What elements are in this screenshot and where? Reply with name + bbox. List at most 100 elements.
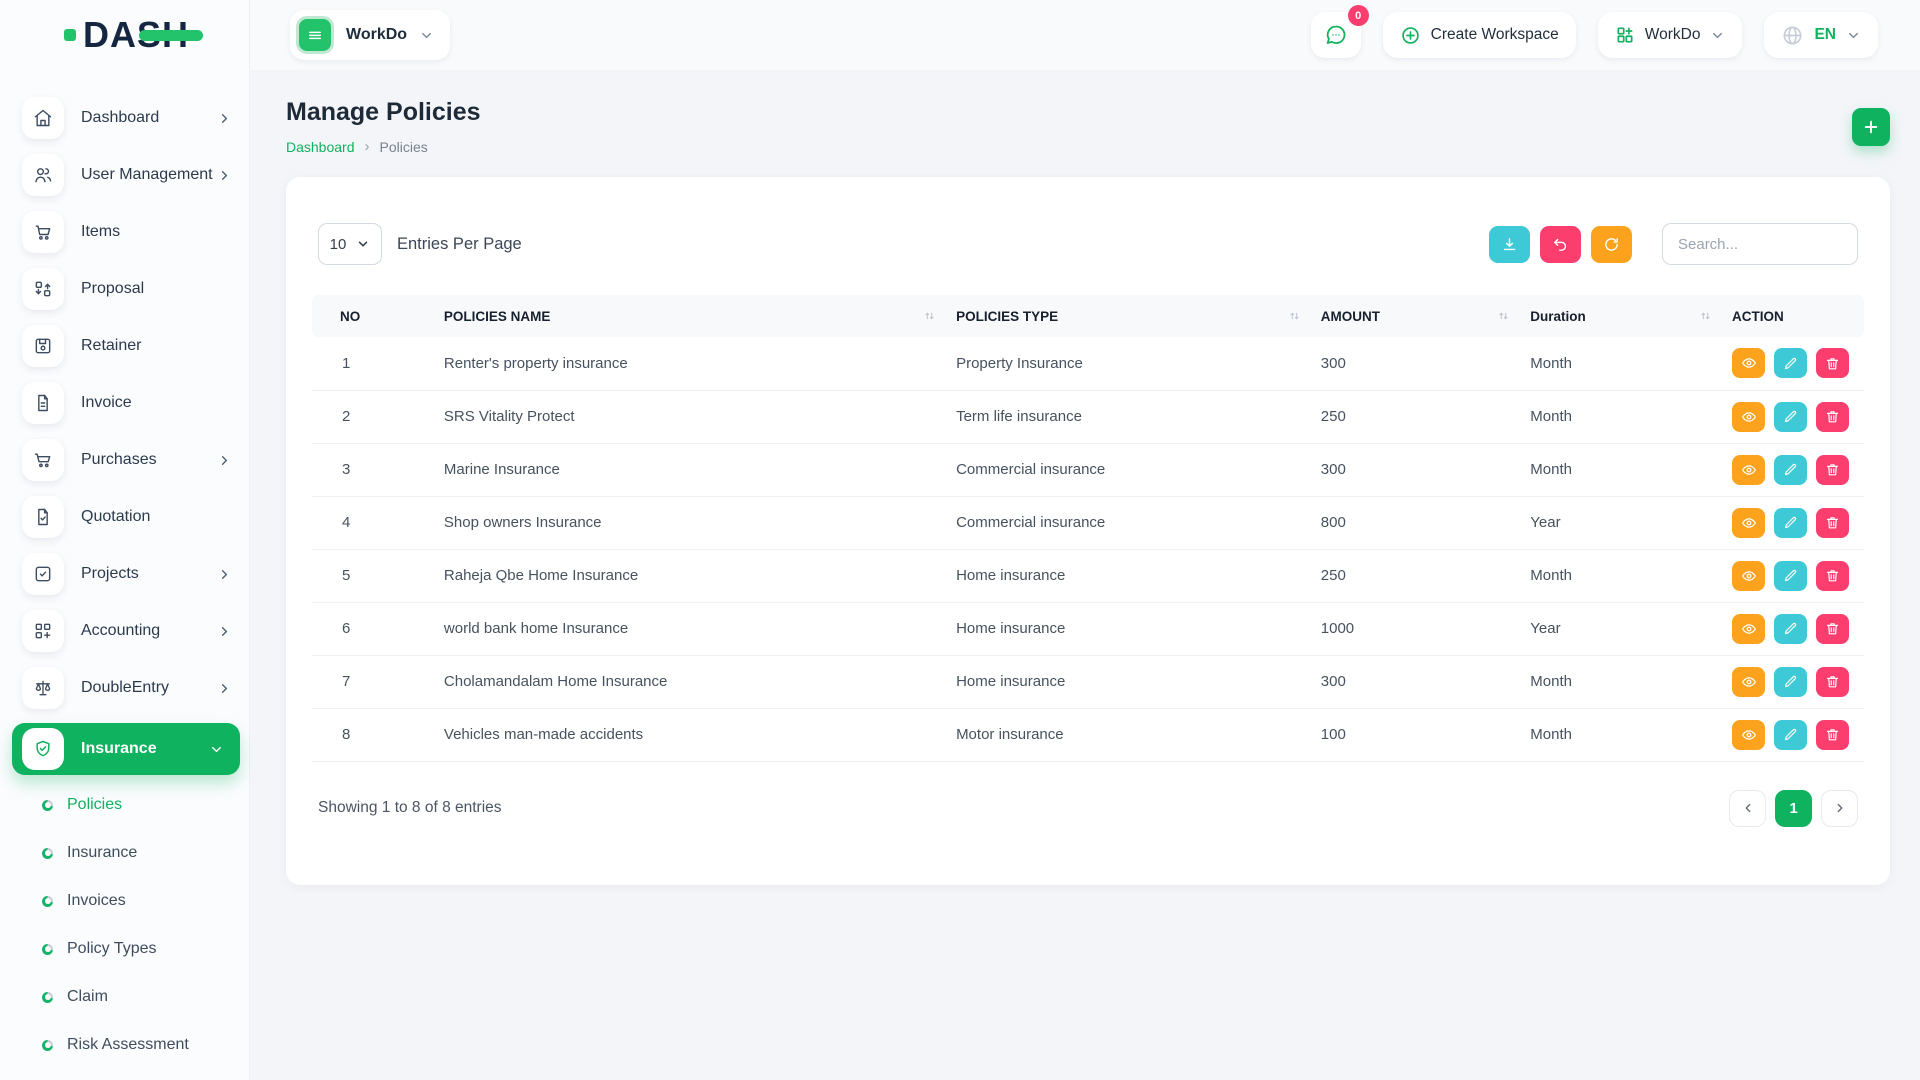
globe-icon (1781, 24, 1804, 47)
sidebar-item-dashboard[interactable]: Dashboard (22, 96, 236, 140)
view-button[interactable] (1732, 402, 1765, 432)
edit-button[interactable] (1774, 455, 1807, 485)
pencil-icon (1783, 515, 1798, 530)
col-duration[interactable]: Duration (1530, 295, 1732, 337)
sidebar: DASH Dashboard User Management Items (0, 0, 250, 1080)
search-input[interactable] (1662, 223, 1858, 265)
view-button[interactable] (1732, 455, 1765, 485)
users-icon (22, 154, 64, 196)
workspace-selector[interactable]: WorkDo (290, 10, 450, 60)
sidebar-item-retainer[interactable]: Retainer (22, 324, 236, 368)
delete-button[interactable] (1816, 348, 1849, 378)
table-row: 5 Raheja Qbe Home Insurance Home insuran… (312, 549, 1864, 602)
export-button[interactable] (1489, 226, 1530, 263)
sidebar-item-proposal[interactable]: Proposal (22, 267, 236, 311)
sidebar-item-quotation[interactable]: Quotation (22, 495, 236, 539)
language-selector[interactable]: EN (1764, 12, 1878, 58)
eye-icon (1741, 462, 1757, 478)
edit-button[interactable] (1774, 561, 1807, 591)
submenu-item[interactable]: Policy Types (42, 932, 250, 966)
apps-menu-button[interactable]: WorkDo (1598, 12, 1743, 58)
refresh-button[interactable] (1591, 226, 1632, 263)
delete-button[interactable] (1816, 455, 1849, 485)
insurance-submenu: Policies Insurance Invoices Policy Types… (0, 788, 250, 1080)
row-actions (1732, 720, 1864, 750)
cell-policy-type: Commercial insurance (956, 443, 1321, 496)
cell-duration: Month (1530, 390, 1732, 443)
submenu-item[interactable]: Policies (42, 788, 250, 822)
view-button[interactable] (1732, 508, 1765, 538)
chevron-right-icon (217, 567, 232, 582)
reset-button[interactable] (1540, 226, 1581, 263)
messages-button[interactable]: 0 (1311, 12, 1361, 58)
sidebar-item-doubleentry[interactable]: DoubleEntry (22, 666, 236, 710)
row-actions (1732, 508, 1864, 538)
col-amount[interactable]: AMOUNT (1321, 295, 1531, 337)
page-content: Manage Policies Dashboard › Policies 10 … (250, 70, 1920, 1080)
trash-icon (1825, 568, 1840, 583)
sidebar-item-items[interactable]: Items (22, 210, 236, 254)
sidebar-item-user-management[interactable]: User Management (22, 153, 236, 197)
page-number-button[interactable]: 1 (1775, 790, 1812, 827)
delete-button[interactable] (1816, 561, 1849, 591)
view-button[interactable] (1732, 614, 1765, 644)
sort-icon[interactable] (923, 310, 936, 323)
submenu-item[interactable]: Insurance (42, 836, 250, 870)
next-page-button[interactable] (1821, 790, 1858, 827)
submenu-item[interactable]: Risk Assessment (42, 1028, 250, 1062)
cell-policy-name: Cholamandalam Home Insurance (444, 655, 956, 708)
cell-policy-name: Renter's property insurance (444, 337, 956, 390)
cell-no: 6 (312, 602, 444, 655)
view-button[interactable] (1732, 348, 1765, 378)
edit-button[interactable] (1774, 348, 1807, 378)
eye-icon (1741, 621, 1757, 637)
view-button[interactable] (1732, 561, 1765, 591)
download-icon (1501, 236, 1518, 253)
previous-page-button[interactable] (1729, 790, 1766, 827)
edit-button[interactable] (1774, 402, 1807, 432)
cell-duration: Year (1530, 602, 1732, 655)
table-row: 2 SRS Vitality Protect Term life insuran… (312, 390, 1864, 443)
delete-button[interactable] (1816, 402, 1849, 432)
sidebar-item-insurance[interactable]: Insurance (12, 723, 240, 775)
delete-button[interactable] (1816, 614, 1849, 644)
bullet-icon (42, 992, 53, 1003)
sidebar-item-accounting[interactable]: Accounting (22, 609, 236, 653)
view-button[interactable] (1732, 667, 1765, 697)
sort-icon[interactable] (1497, 310, 1510, 323)
cell-no: 1 (312, 337, 444, 390)
sidebar-item-projects[interactable]: Projects (22, 552, 236, 596)
edit-button[interactable] (1774, 667, 1807, 697)
sort-icon[interactable] (1699, 310, 1712, 323)
entries-per-page-select[interactable]: 10 (318, 223, 382, 265)
create-workspace-button[interactable]: Create Workspace (1383, 12, 1576, 58)
shield-check-icon (22, 728, 64, 770)
delete-button[interactable] (1816, 720, 1849, 750)
cell-policy-name: world bank home Insurance (444, 602, 956, 655)
file-text-icon (22, 382, 64, 424)
edit-button[interactable] (1774, 720, 1807, 750)
submenu-item-label: Insurance (67, 844, 137, 862)
view-button[interactable] (1732, 720, 1765, 750)
sidebar-item-purchases[interactable]: Purchases (22, 438, 236, 482)
col-policies-name[interactable]: POLICIES NAME (444, 295, 956, 337)
chevron-down-icon (419, 28, 434, 43)
cell-duration: Month (1530, 655, 1732, 708)
edit-button[interactable] (1774, 508, 1807, 538)
submenu-item[interactable]: Reinsurance (42, 1076, 250, 1080)
delete-button[interactable] (1816, 667, 1849, 697)
submenu-item[interactable]: Invoices (42, 884, 250, 918)
sort-icon[interactable] (1288, 310, 1301, 323)
col-policies-type[interactable]: POLICIES TYPE (956, 295, 1321, 337)
chevron-down-icon (209, 742, 224, 757)
pencil-icon (1783, 409, 1798, 424)
add-policy-button[interactable] (1852, 108, 1890, 146)
edit-button[interactable] (1774, 614, 1807, 644)
breadcrumb-dashboard-link[interactable]: Dashboard (286, 139, 355, 155)
trash-icon (1825, 674, 1840, 689)
delete-button[interactable] (1816, 508, 1849, 538)
cell-duration: Month (1530, 443, 1732, 496)
app-logo[interactable]: DASH (0, 0, 250, 70)
sidebar-item-invoice[interactable]: Invoice (22, 381, 236, 425)
submenu-item[interactable]: Claim (42, 980, 250, 1014)
